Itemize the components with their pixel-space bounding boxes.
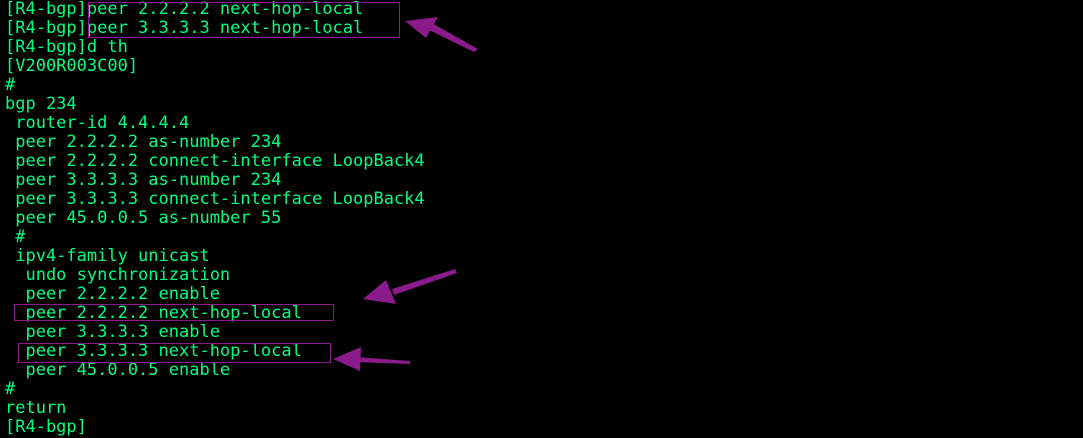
arrow-head-icon (333, 347, 361, 371)
terminal-window[interactable]: [R4-bgp]peer 2.2.2.2 next-hop-local [R4-… (0, 0, 1083, 438)
arrow-annotation-1 (405, 17, 478, 52)
arrow-annotation-2 (363, 269, 457, 304)
arrow-head-icon (363, 280, 396, 304)
arrow-annotation-3 (333, 347, 410, 371)
arrow-shaft-icon (392, 269, 457, 295)
arrow-shaft-icon (425, 22, 478, 52)
arrow-shaft-icon (356, 357, 410, 364)
annotation-arrows (333, 17, 478, 371)
